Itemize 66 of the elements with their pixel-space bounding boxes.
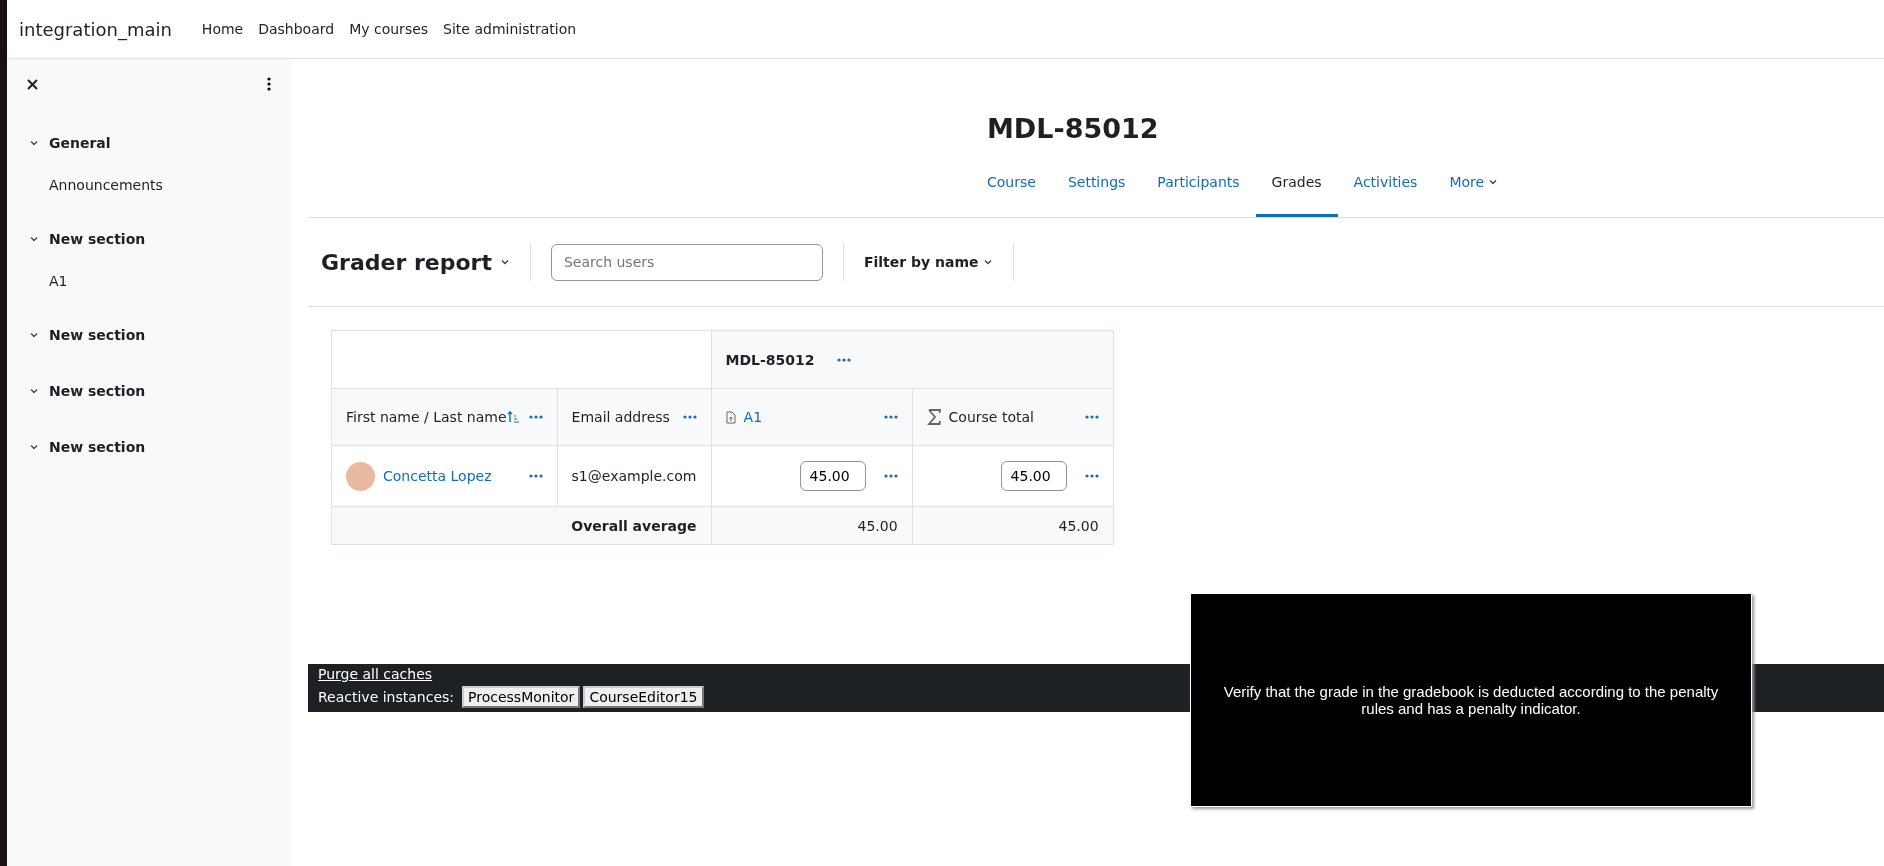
instance-button[interactable]: ProcessMonitor [462,686,581,708]
search-field[interactable]: Search users [550,243,823,281]
section-header[interactable]: New section [7,433,291,461]
tab[interactable]: More [1433,174,1515,217]
column-header: Course total [948,409,1034,425]
tab[interactable]: Grades [1255,174,1338,217]
sidebar-item[interactable]: Announcements [7,157,291,197]
chevron-icon [29,386,39,396]
sigma-icon [926,409,941,425]
more-actions-icon[interactable] [528,474,543,478]
table-cell: s1@example.com [557,445,712,507]
section-title: New section [49,327,146,343]
caret-icon [982,257,993,267]
tab[interactable]: Activities [1337,174,1434,217]
tab[interactable]: Participants [1141,174,1256,217]
site-name[interactable]: integration_main [19,18,172,40]
reactive-instances-label: Reactive instances: [318,689,455,705]
chevron-icon [29,330,39,340]
more-actions-icon[interactable] [836,357,851,362]
section-title: New section [49,231,146,247]
more-actions-icon[interactable] [883,415,898,419]
tab[interactable]: Course [987,174,1052,217]
more-actions-icon[interactable] [682,415,697,419]
close-icon[interactable] [27,78,38,90]
student-name-link[interactable]: Concetta Lopez [383,468,492,484]
table-cell: 45.00 [711,506,913,545]
more-actions-icon[interactable] [1084,474,1099,478]
table-cell: 45.00 [912,506,1114,545]
average-label: Overall average [331,506,712,545]
category-name: MDL-85012 [725,351,815,368]
nav-link[interactable]: Home [201,21,244,37]
section-header[interactable]: New section [7,377,291,405]
document-icon [725,410,736,424]
nav-link[interactable]: My courses [349,21,429,37]
more-actions-icon[interactable] [528,415,543,419]
chevron-icon [29,442,39,452]
caret-icon [1488,177,1499,187]
chevron-icon [29,138,39,148]
kebab-menu-icon[interactable] [267,77,271,91]
chevron-icon [29,234,39,244]
sidebar-item[interactable]: A1 [7,253,291,293]
nav-link[interactable]: Site administration [443,21,577,37]
filter-dropdown[interactable]: Filter by name [842,243,1014,281]
instruction-overlay: Verify that the grade in the gradebook is deducted according to the penalty rules and has a penalty indicator. [1190,593,1752,807]
section-header[interactable]: New section [7,321,291,349]
instance-button[interactable]: CourseEditor15 [583,686,704,708]
more-actions-icon[interactable] [1084,415,1099,419]
column-header: Email address [571,409,670,425]
column-header: First name / Last name [346,409,507,425]
more-actions-icon[interactable] [883,474,898,478]
grade-field[interactable]: 45.00 [1000,461,1067,491]
grade-field[interactable]: 45.00 [799,461,866,491]
purge-caches-link[interactable]: Purge all caches [318,666,433,682]
avatar [346,461,375,491]
section-header[interactable]: New section [7,225,291,253]
tab[interactable]: Settings [1051,174,1142,217]
column-header-link[interactable]: A1 [743,409,763,425]
section-title: New section [49,439,146,455]
course-title: MDL-85012 [987,113,1160,144]
nav-link[interactable]: Dashboard [258,21,335,37]
sort-icon[interactable] [506,411,519,423]
section-title: General [49,135,111,151]
caret-icon [499,257,510,267]
section-header[interactable]: General [7,129,291,157]
section-title: New section [49,383,146,399]
report-selector[interactable]: Grader report [308,243,531,281]
